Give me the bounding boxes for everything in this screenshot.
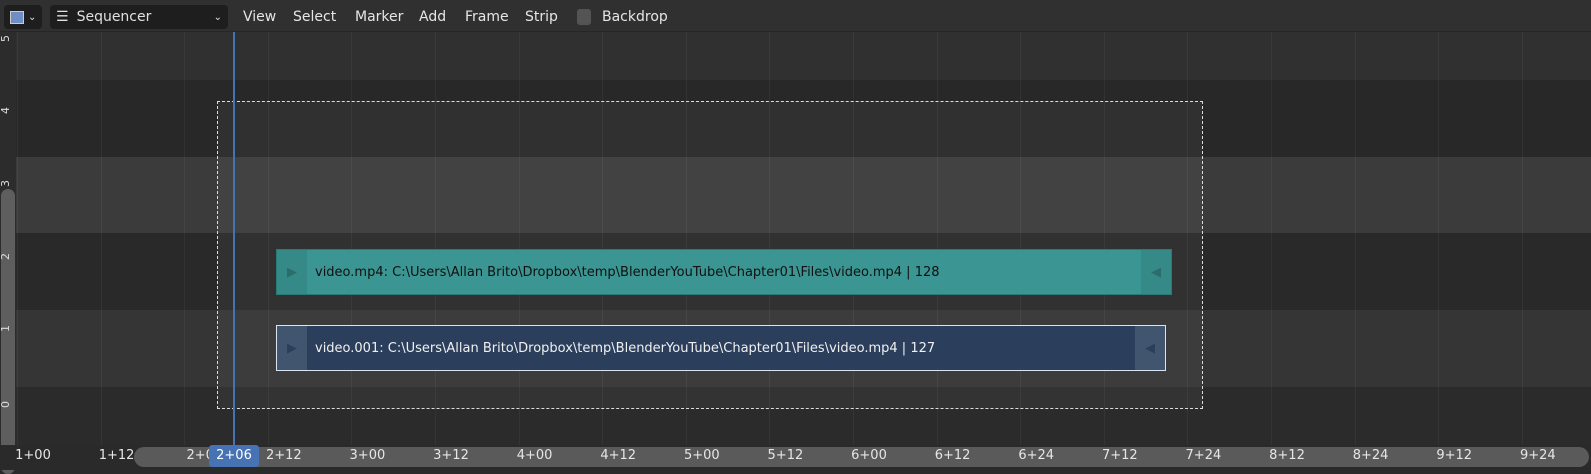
channel-label: 0 <box>0 401 12 408</box>
sequencer-editor-icon <box>10 10 24 24</box>
playhead-line[interactable] <box>233 32 235 445</box>
menu-add[interactable]: Add <box>419 9 446 25</box>
backdrop-label: Backdrop <box>602 9 668 25</box>
strip-label: video.001: C:\Users\Allan Brito\Dropbox\… <box>315 340 936 356</box>
channel-ruler: 0 1 2 3 4 5 <box>0 32 16 474</box>
channel-label: 3 <box>0 180 12 187</box>
channel-label: 2 <box>0 253 12 260</box>
timeline-tick-label: 3+00 <box>349 448 386 463</box>
chevron-down-icon: ⌄ <box>28 11 37 23</box>
editor-type-button[interactable]: ⌄ <box>4 5 42 29</box>
mode-dropdown[interactable]: ☰ Sequencer ⌄ <box>50 5 228 29</box>
menu-frame[interactable]: Frame <box>465 9 509 25</box>
chevron-down-icon: ⌄ <box>213 11 222 23</box>
timeline-tick-label: 6+12 <box>934 448 971 463</box>
grid-line <box>1438 32 1440 445</box>
timeline-tick-label: 7+12 <box>1101 448 1138 463</box>
strip-right-handle[interactable]: ◀ <box>1141 250 1171 294</box>
timeline-tick-label: 8+24 <box>1352 448 1389 463</box>
strip-video-mp4[interactable]: ▶ video.mp4: C:\Users\Allan Brito\Dropbo… <box>276 249 1172 295</box>
strip-left-handle[interactable]: ▶ <box>277 250 307 294</box>
timeline-ruler[interactable]: 1+00 1+12 2+0 2+12 3+00 3+12 4+00 4+12 5+00 5+12 6… <box>0 445 1591 470</box>
timeline-tick-label: 4+00 <box>516 448 553 463</box>
timeline-tick-label: 5+00 <box>683 448 720 463</box>
channel-label: 4 <box>0 107 12 114</box>
mode-label: Sequencer <box>76 9 152 25</box>
timeline-tick-label: 8+12 <box>1269 448 1305 463</box>
channel-label: 5 <box>0 35 12 42</box>
strip-right-handle[interactable]: ◀ <box>1135 326 1165 370</box>
menu-strip[interactable]: Strip <box>525 9 558 25</box>
timeline-tick-label: 6+00 <box>851 448 887 463</box>
menu-view[interactable]: View <box>243 9 276 25</box>
sequencer-icon: ☰ <box>56 9 69 25</box>
triangle-left-icon: ◀ <box>1145 340 1155 356</box>
grid-line <box>1271 32 1272 445</box>
grid-line <box>1521 32 1523 445</box>
header-bar: ⌄ ☰ Sequencer ⌄ View Select Marker Add F… <box>0 0 1591 32</box>
grid-line <box>184 32 186 445</box>
backdrop-checkbox[interactable] <box>577 9 591 25</box>
menu-select[interactable]: Select <box>293 9 336 25</box>
strip-left-handle[interactable]: ▶ <box>277 326 307 370</box>
channel-label: 1 <box>0 325 12 332</box>
current-frame-indicator[interactable]: 2+06 <box>209 445 259 467</box>
grid-line <box>17 32 18 445</box>
timeline-tick-label: 9+24 <box>1519 448 1556 463</box>
timeline-tick-label: 1+00 <box>15 448 51 463</box>
triangle-left-icon: ◀ <box>1151 264 1161 280</box>
timeline-tick-label: 2+12 <box>265 448 302 463</box>
timeline-tick-label: 5+12 <box>767 448 804 463</box>
channel-5 <box>0 32 1591 80</box>
grid-line <box>100 32 102 445</box>
timeline-tick-label: 9+12 <box>1436 448 1473 463</box>
grid-line <box>1354 32 1356 445</box>
triangle-right-icon: ▶ <box>287 264 297 280</box>
timeline-tick-label: 1+12 <box>98 448 135 463</box>
timeline-tick-label: 4+12 <box>600 448 637 463</box>
timeline-tick-label: 6+24 <box>1018 448 1055 463</box>
strip-video-001[interactable]: ▶ video.001: C:\Users\Allan Brito\Dropbo… <box>276 325 1166 371</box>
sequencer-area[interactable]: ▶ video.mp4: C:\Users\Allan Brito\Dropbo… <box>0 32 1591 445</box>
timeline-tick-label: 7+24 <box>1185 448 1222 463</box>
strip-label: video.mp4: C:\Users\Allan Brito\Dropbox\… <box>315 264 940 280</box>
triangle-right-icon: ▶ <box>287 340 297 356</box>
menu-marker[interactable]: Marker <box>355 9 403 25</box>
timeline-tick-label: 3+12 <box>433 448 469 463</box>
